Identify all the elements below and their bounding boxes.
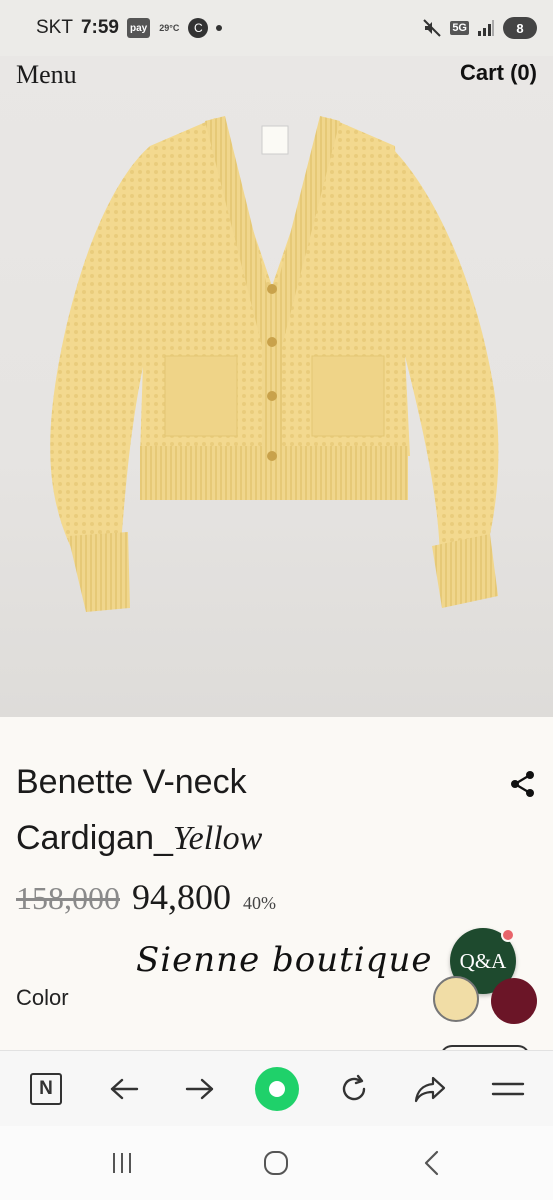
- notification-dot-icon: [216, 25, 223, 31]
- network-5g-icon: 5G: [450, 21, 469, 35]
- menu-button[interactable]: [488, 1051, 528, 1127]
- back-arrow-icon: [110, 1078, 139, 1100]
- watermark-signature: Sienne boutique: [136, 940, 433, 980]
- menu-link[interactable]: Menu: [16, 60, 77, 90]
- menu-icon: [491, 1082, 525, 1096]
- button-3-icon: [267, 391, 277, 401]
- naver-icon: N: [30, 1073, 62, 1105]
- browser-toolbar: N: [0, 1050, 553, 1126]
- battery-level: 8: [516, 20, 524, 36]
- refresh-button[interactable]: [334, 1051, 374, 1127]
- home-button[interactable]: [254, 1051, 300, 1127]
- cart-link[interactable]: Cart (0): [460, 60, 537, 86]
- left-cuff: [68, 532, 130, 612]
- battery-icon: 8: [503, 17, 537, 39]
- left-pocket: [164, 355, 238, 437]
- button-1-icon: [267, 284, 277, 294]
- back-chevron-icon: [424, 1150, 439, 1176]
- color-swatch-yellow[interactable]: [433, 976, 479, 1022]
- home-icon: [255, 1067, 299, 1111]
- product-image[interactable]: [0, 56, 553, 717]
- back-button[interactable]: [104, 1051, 144, 1127]
- network-label: 5G: [450, 21, 469, 35]
- sale-price: 94,800: [132, 877, 231, 917]
- product-title: Benette V-neck Cardigan_Yellow: [16, 754, 476, 867]
- right-cuff: [432, 534, 498, 608]
- button-2-icon: [267, 337, 277, 347]
- color-swatch-burgundy[interactable]: [491, 978, 537, 1024]
- recent-apps-icon: [113, 1153, 131, 1173]
- share-icon[interactable]: [510, 770, 536, 803]
- status-right: 5G 8: [422, 17, 537, 39]
- mute-icon: [422, 18, 442, 38]
- cardigan-illustration: [50, 116, 499, 612]
- product-title-line2: Cardigan_Yellow: [16, 810, 476, 867]
- status-bar: SKT 7:59 pay 29°C C 5G 8: [0, 0, 553, 56]
- status-left: SKT 7:59 pay 29°C C: [36, 17, 223, 39]
- color-label: Color: [16, 985, 69, 1010]
- system-home-button[interactable]: [254, 1126, 298, 1200]
- original-price: 158,000: [16, 880, 120, 916]
- android-nav-bar: [0, 1126, 553, 1200]
- forward-button[interactable]: [180, 1051, 220, 1127]
- forward-arrow-icon: [185, 1078, 214, 1100]
- recent-apps-button[interactable]: [100, 1126, 144, 1200]
- neck-tag: [261, 125, 289, 155]
- button-4-icon: [267, 451, 277, 461]
- share-forward-button[interactable]: [410, 1051, 450, 1127]
- product-title-name: Cardigan_: [16, 819, 173, 857]
- product-variant: Yellow: [172, 820, 263, 857]
- refresh-icon: [342, 1074, 366, 1101]
- price-row: 158,000 94,800 40%: [16, 876, 276, 918]
- clock: 7:59: [80, 17, 119, 38]
- product-title-line1: Benette V-neck: [16, 763, 247, 801]
- right-pocket: [311, 355, 385, 437]
- left-sleeve: [50, 146, 150, 556]
- carrier-label: SKT: [36, 17, 73, 38]
- right-sleeve: [390, 146, 499, 566]
- naver-button[interactable]: N: [26, 1051, 66, 1127]
- system-back-button[interactable]: [410, 1126, 454, 1200]
- temperature-label: 29°C: [159, 23, 180, 33]
- c-badge-icon: C: [188, 18, 209, 38]
- share-forward-icon: [414, 1076, 446, 1103]
- home-circle-icon: [264, 1151, 288, 1175]
- qa-notification-badge: [501, 928, 515, 942]
- signal-icon: [477, 19, 495, 37]
- discount-badge: 40%: [243, 893, 276, 913]
- pay-icon: pay: [126, 18, 151, 38]
